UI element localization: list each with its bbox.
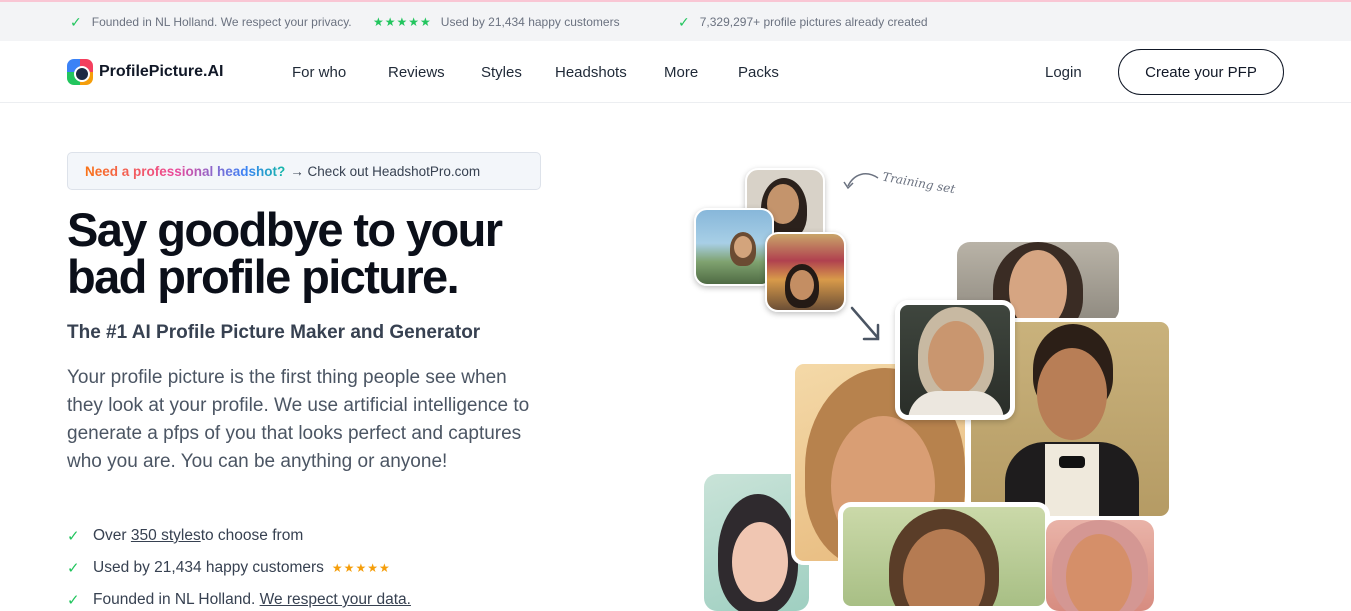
headshot-promo-banner[interactable]: Need a professional headshot? → Check ou… bbox=[67, 152, 541, 190]
logo-icon bbox=[67, 59, 93, 85]
nav-link-reviews[interactable]: Reviews bbox=[388, 64, 445, 81]
stars-icon: ★★★★★ bbox=[331, 561, 391, 575]
training-photo-2 bbox=[694, 208, 774, 286]
nav-link-styles[interactable]: Styles bbox=[481, 64, 522, 81]
privacy-link[interactable]: We respect your data. bbox=[260, 591, 411, 609]
generated-photo-portrait bbox=[895, 300, 1015, 420]
promo-link-text: → Check out HeadshotPro.com bbox=[290, 163, 481, 179]
trust-item-founded: ✓ Founded in NL Holland. We respect your… bbox=[70, 15, 352, 29]
hero-subtitle: The #1 AI Profile Picture Maker and Gene… bbox=[67, 322, 481, 343]
arrow-down-icon bbox=[850, 306, 880, 341]
feature-item-founded: ✓ Founded in NL Holland. We respect your… bbox=[67, 584, 411, 611]
generated-photo-bottom-center bbox=[838, 502, 1050, 611]
headline-line-2: bad profile picture. bbox=[67, 250, 460, 303]
generated-photo-pink-right bbox=[1046, 520, 1154, 611]
hero-headline: Say goodbye to your bad profile picture. bbox=[67, 206, 537, 300]
training-photo-3 bbox=[765, 232, 846, 312]
nav-link-headshots[interactable]: Headshots bbox=[555, 64, 627, 81]
nav-link-packs[interactable]: Packs bbox=[738, 64, 779, 81]
trust-text: 7,329,297+ profile pictures already crea… bbox=[699, 15, 928, 29]
feature-text: Founded in NL Holland. bbox=[93, 591, 256, 608]
feature-list: ✓ Over 350 styles to choose from ✓ Used … bbox=[67, 520, 411, 611]
stars-icon: ★★★★★ bbox=[373, 15, 432, 29]
login-link[interactable]: Login bbox=[1045, 64, 1082, 81]
hero-description: Your profile picture is the first thing … bbox=[67, 367, 530, 472]
headline-line-1: Say goodbye to your bbox=[67, 203, 503, 256]
trust-bar: ✓ Founded in NL Holland. We respect your… bbox=[0, 0, 1351, 41]
logo-text: ProfilePicture.AI bbox=[99, 63, 224, 80]
check-icon: ✓ bbox=[67, 528, 80, 545]
create-pfp-button[interactable]: Create your PFP bbox=[1118, 49, 1284, 95]
check-icon: ✓ bbox=[67, 560, 80, 577]
nav-link-more[interactable]: More bbox=[664, 64, 698, 81]
feature-item-customers: ✓ Used by 21,434 happy customers ★★★★★ bbox=[67, 552, 411, 584]
check-icon: ✓ bbox=[678, 14, 690, 30]
feature-item-styles: ✓ Over 350 styles to choose from bbox=[67, 520, 411, 552]
feature-text: to choose from bbox=[200, 527, 304, 544]
styles-link[interactable]: 350 styles bbox=[131, 527, 201, 545]
promo-highlight: Need a professional headshot? bbox=[85, 163, 286, 179]
trust-text: Used by 21,434 happy customers bbox=[440, 15, 620, 29]
feature-text: Over bbox=[93, 527, 127, 544]
check-icon: ✓ bbox=[67, 592, 80, 609]
trust-item-created: ✓ 7,329,297+ profile pictures already cr… bbox=[678, 15, 928, 29]
feature-text: Used by 21,434 happy customers bbox=[93, 559, 324, 576]
check-icon: ✓ bbox=[70, 14, 82, 30]
trust-item-customers: ★★★★★ Used by 21,434 happy customers bbox=[373, 15, 620, 29]
trust-text: Founded in NL Holland. We respect your p… bbox=[91, 15, 352, 29]
navbar: ProfilePicture.AI For who Reviews Styles… bbox=[0, 41, 1351, 103]
nav-link-for-who[interactable]: For who bbox=[292, 64, 346, 81]
curved-arrow-icon bbox=[843, 173, 879, 190]
logo-link[interactable]: ProfilePicture.AI bbox=[67, 59, 223, 85]
training-set-label: Training set bbox=[881, 169, 957, 197]
